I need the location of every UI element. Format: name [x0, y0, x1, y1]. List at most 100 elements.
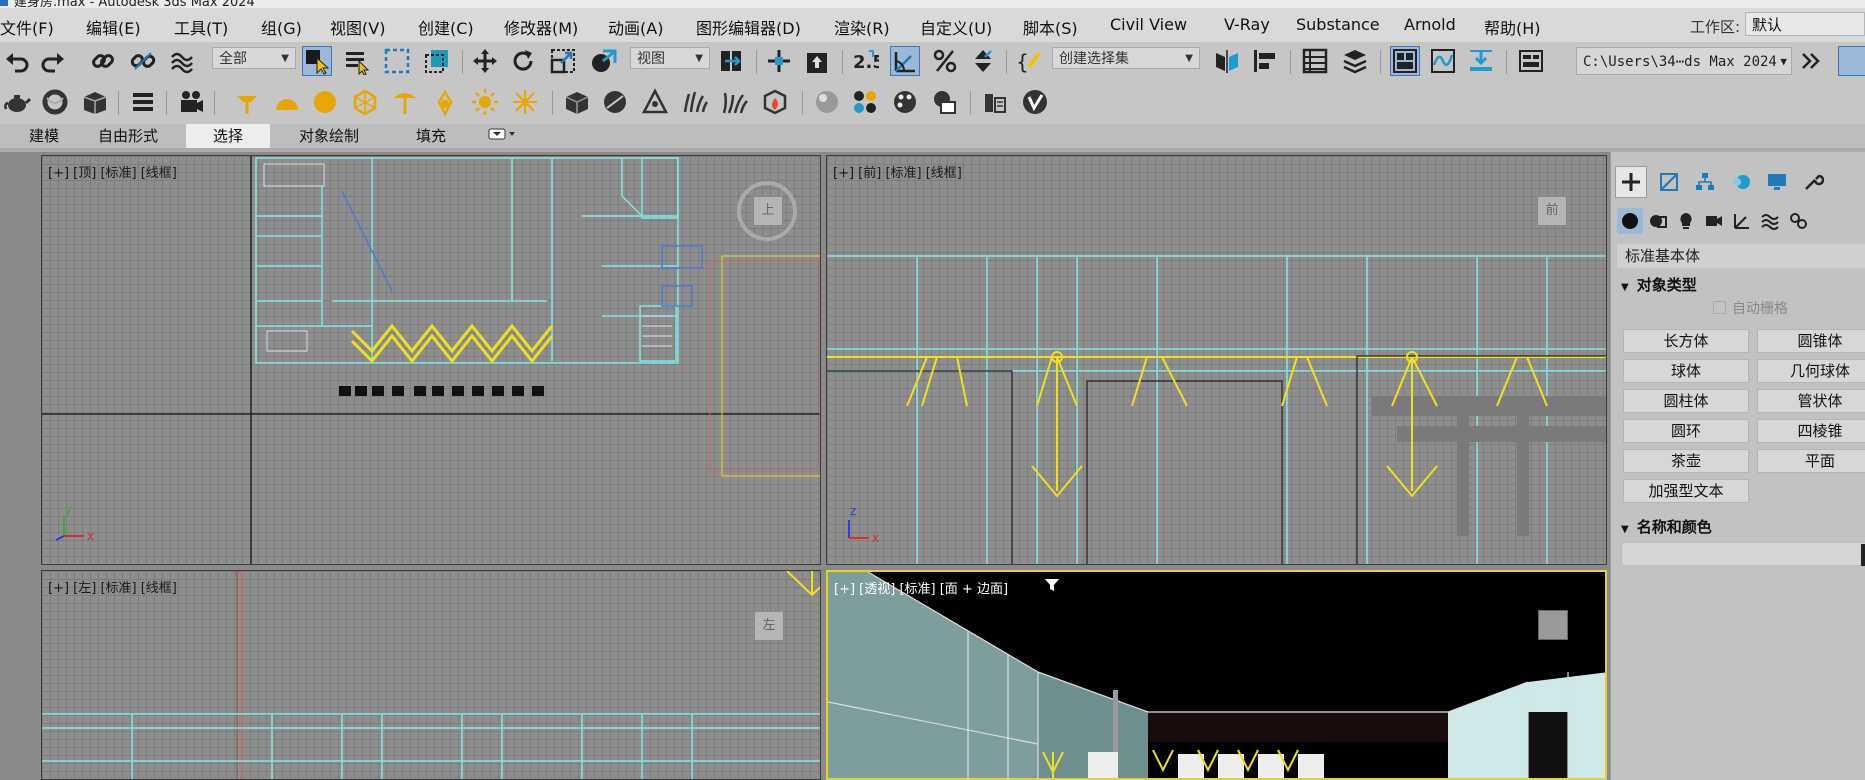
edit-named-selection-icon[interactable]: { [1014, 46, 1044, 76]
viewcube-perspective[interactable] [1538, 610, 1568, 640]
select-manipulate-icon[interactable] [764, 46, 794, 76]
menu-vray[interactable]: V-Ray [1224, 15, 1270, 34]
angle-snap-icon[interactable] [890, 46, 920, 76]
align-icon[interactable] [1250, 46, 1280, 76]
ribbon-tab-freeform[interactable]: 自由形式 [84, 124, 172, 148]
viewport-perspective[interactable]: [+] [透视] [标准] [面 + 边面] [826, 570, 1607, 780]
chamfer-box-icon[interactable] [80, 87, 110, 117]
window-crossing-icon[interactable] [422, 46, 452, 76]
utilities-tab-icon[interactable] [1797, 166, 1829, 198]
undo-icon[interactable] [2, 46, 32, 76]
bind-space-warp-icon[interactable] [168, 46, 198, 76]
sign-in-icon[interactable] [1838, 46, 1865, 76]
shapes-category-icon[interactable] [1645, 208, 1671, 234]
menu-graph-editors[interactable]: 图形编辑器(D) [696, 15, 801, 39]
vray-logo-icon[interactable] [1020, 87, 1050, 117]
viewport-front[interactable]: z x 前 [+] [前] [标准] [线框] [826, 155, 1607, 565]
auto-grid-checkbox[interactable]: 自动栅格 [1713, 298, 1788, 318]
ribbon-tab-populate[interactable]: 填充 [400, 124, 462, 148]
torus-button[interactable]: 圆环 [1623, 419, 1749, 443]
rectangular-selection-icon[interactable] [382, 46, 412, 76]
place-object-icon[interactable] [588, 46, 618, 76]
cone-button[interactable]: 圆锥体 [1757, 329, 1865, 353]
create-tab-icon[interactable] [1615, 166, 1647, 198]
teapot-button[interactable]: 茶壶 [1623, 449, 1749, 473]
pyramid-button[interactable]: 四棱锥 [1757, 419, 1865, 443]
cylinder-button[interactable]: 圆柱体 [1623, 389, 1749, 413]
workspace-dropdown[interactable]: 默认 [1745, 12, 1865, 36]
menu-group[interactable]: 组(G) [261, 15, 302, 39]
geometry-category-icon[interactable] [1617, 208, 1643, 234]
select-by-name-icon[interactable] [342, 46, 372, 76]
camera-icon[interactable] [176, 87, 206, 117]
ambient-light-icon[interactable] [510, 87, 540, 117]
vray-frame-buffer-icon[interactable] [980, 87, 1010, 117]
vray-proxy-icon[interactable] [562, 87, 592, 117]
menu-rendering[interactable]: 渲染(R) [834, 15, 890, 39]
schematic-view-icon[interactable] [1466, 46, 1496, 76]
geosphere-button[interactable]: 几何球体 [1757, 359, 1865, 383]
skylight-dome-icon[interactable] [272, 87, 302, 117]
viewport-front-label[interactable]: [+] [前] [标准] [线框] [833, 162, 962, 181]
slate-material-editor-icon[interactable] [850, 87, 880, 117]
ies-light-icon[interactable] [430, 87, 460, 117]
menu-help[interactable]: 帮助(H) [1484, 15, 1541, 39]
viewport-left-label[interactable]: [+] [左] [标准] [线框] [48, 577, 177, 596]
vray-plane-icon[interactable] [640, 87, 670, 117]
vray-sphere-fade-icon[interactable] [600, 87, 630, 117]
primitive-category-dropdown[interactable]: 标准基本体 [1617, 244, 1865, 268]
scale-icon[interactable] [548, 46, 578, 76]
render-frame-window-icon[interactable] [930, 87, 960, 117]
hierarchy-tab-icon[interactable] [1689, 166, 1721, 198]
cameras-category-icon[interactable] [1701, 208, 1727, 234]
teapot-icon[interactable] [2, 87, 32, 117]
named-selection-dropdown[interactable]: 创建选择集 ▼ [1052, 47, 1200, 69]
scene-explorer-icon[interactable] [1300, 46, 1330, 76]
vray-fur-icon[interactable] [680, 87, 710, 117]
space-warps-category-icon[interactable] [1757, 208, 1783, 234]
viewport-filter-icon[interactable] [1044, 578, 1060, 596]
snaps-toggle-icon[interactable]: 2.5 [850, 46, 880, 76]
move-icon[interactable] [470, 46, 500, 76]
menu-edit[interactable]: 编辑(E) [86, 15, 141, 39]
menu-animation[interactable]: 动画(A) [608, 15, 663, 39]
menu-civil-view[interactable]: Civil View [1110, 15, 1187, 34]
menu-scripting[interactable]: 脚本(S) [1023, 15, 1078, 39]
list-icon[interactable] [128, 87, 158, 117]
box-button[interactable]: 长方体 [1623, 329, 1749, 353]
text-plus-button[interactable]: 加强型文本 [1623, 479, 1749, 503]
ribbon-tab-object-paint[interactable]: 对象绘制 [284, 124, 374, 148]
spinner-snap-icon[interactable] [968, 46, 998, 76]
reference-coordinate-dropdown[interactable]: 视图 ▼ [630, 47, 710, 69]
menu-arnold[interactable]: Arnold [1404, 15, 1456, 34]
viewcube-front[interactable]: 前 [1537, 196, 1567, 226]
spot-light-icon[interactable] [390, 87, 420, 117]
plane-button[interactable]: 平面 [1757, 449, 1865, 473]
viewport-left[interactable]: 左 [+] [左] [标准] [线框] [41, 570, 821, 780]
menu-customize[interactable]: 自定义(U) [920, 15, 992, 39]
mirror-icon[interactable] [1212, 46, 1242, 76]
curve-editor-icon[interactable] [1428, 46, 1458, 76]
toolbar-overflow-icon[interactable] [1796, 46, 1826, 76]
material-editor-icon[interactable] [812, 87, 842, 117]
pivot-center-icon[interactable] [716, 46, 746, 76]
select-object-icon[interactable] [302, 46, 332, 76]
vray-fur-grass-icon[interactable] [720, 87, 750, 117]
name-color-rollout[interactable]: ▼ 名称和颜色 [1621, 516, 1712, 537]
menu-file[interactable]: 文件(F) [0, 15, 54, 39]
target-spot-light-icon[interactable] [232, 87, 262, 117]
viewport-top[interactable]: y x 上 [+] [顶] [标准] [线框] [41, 155, 821, 565]
render-setup-icon[interactable] [1516, 46, 1546, 76]
menu-create[interactable]: 创建(C) [418, 15, 474, 39]
photometric-light-icon[interactable] [350, 87, 380, 117]
rotate-icon[interactable] [508, 46, 538, 76]
redo-icon[interactable] [38, 46, 68, 76]
percent-snap-icon[interactable] [930, 46, 960, 76]
systems-category-icon[interactable] [1785, 208, 1811, 234]
helpers-category-icon[interactable] [1729, 208, 1755, 234]
menu-tools[interactable]: 工具(T) [174, 15, 228, 39]
viewcube-left[interactable]: 左 [754, 611, 784, 641]
unlink-icon[interactable] [128, 46, 158, 76]
keyboard-shortcut-override-icon[interactable] [802, 46, 832, 76]
sun-light-icon[interactable] [470, 87, 500, 117]
